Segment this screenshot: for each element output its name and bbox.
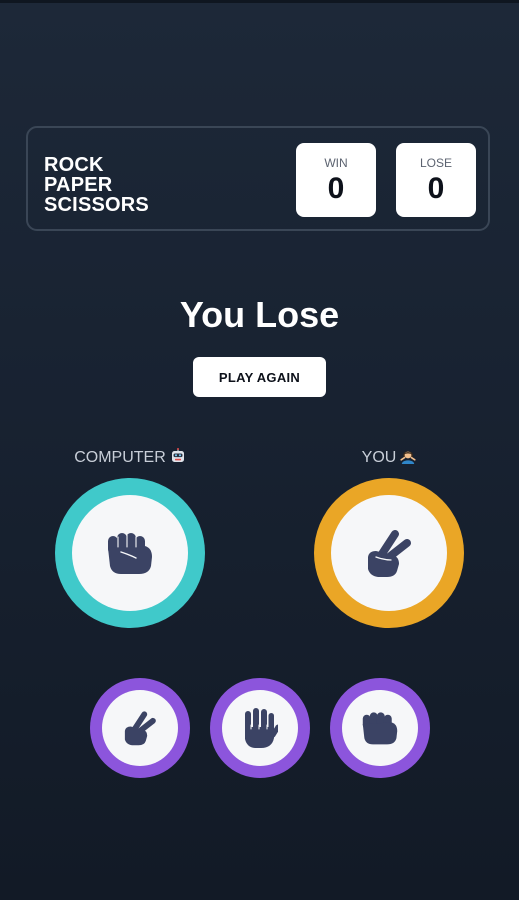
computer-label-text: COMPUTER (74, 449, 166, 466)
lose-count: 0 (427, 172, 445, 205)
game-title-line-scissors: SCISSORS (44, 194, 149, 216)
window-top-edge (0, 0, 519, 3)
game-title: ROCK PAPER SCISSORS (44, 155, 149, 215)
win-label: WIN (324, 156, 348, 170)
choose-rock-inner (342, 690, 418, 766)
computer-choice-inner (72, 495, 188, 611)
you-label: YOU (289, 448, 489, 468)
scissors-hand-icon (368, 530, 411, 577)
choose-scissors-inner (102, 690, 178, 766)
scoreboard: ROCK PAPER SCISSORS WIN 0 LOSE 0 (26, 126, 490, 231)
game-title-line-rock: ROCK (44, 154, 104, 176)
rock-hand-icon (108, 533, 152, 574)
computer-choice-ring (55, 478, 205, 628)
scissors-hand-icon (124, 711, 156, 746)
choose-rock-button[interactable] (330, 678, 430, 778)
play-again-button[interactable]: PLAY AGAIN (193, 357, 326, 397)
you-choice-ring (314, 478, 464, 628)
choose-scissors-button[interactable] (90, 678, 190, 778)
lose-label: LOSE (419, 156, 452, 170)
win-score-card: WIN 0 (296, 143, 376, 217)
robot-icon (171, 448, 184, 462)
result-message: You Lose (179, 294, 340, 335)
choose-paper-button[interactable] (210, 678, 310, 778)
paper-hand-icon (245, 708, 278, 748)
rock-hand-icon (362, 712, 398, 745)
you-choice-inner (331, 495, 447, 611)
lose-score-card: LOSE 0 (396, 143, 476, 217)
choose-paper-inner (222, 690, 298, 766)
person-icon (400, 451, 416, 464)
you-label-text: YOU (361, 449, 397, 466)
computer-label: COMPUTER (30, 448, 230, 468)
win-count: 0 (327, 172, 345, 205)
game-title-line-paper: PAPER (44, 174, 113, 196)
